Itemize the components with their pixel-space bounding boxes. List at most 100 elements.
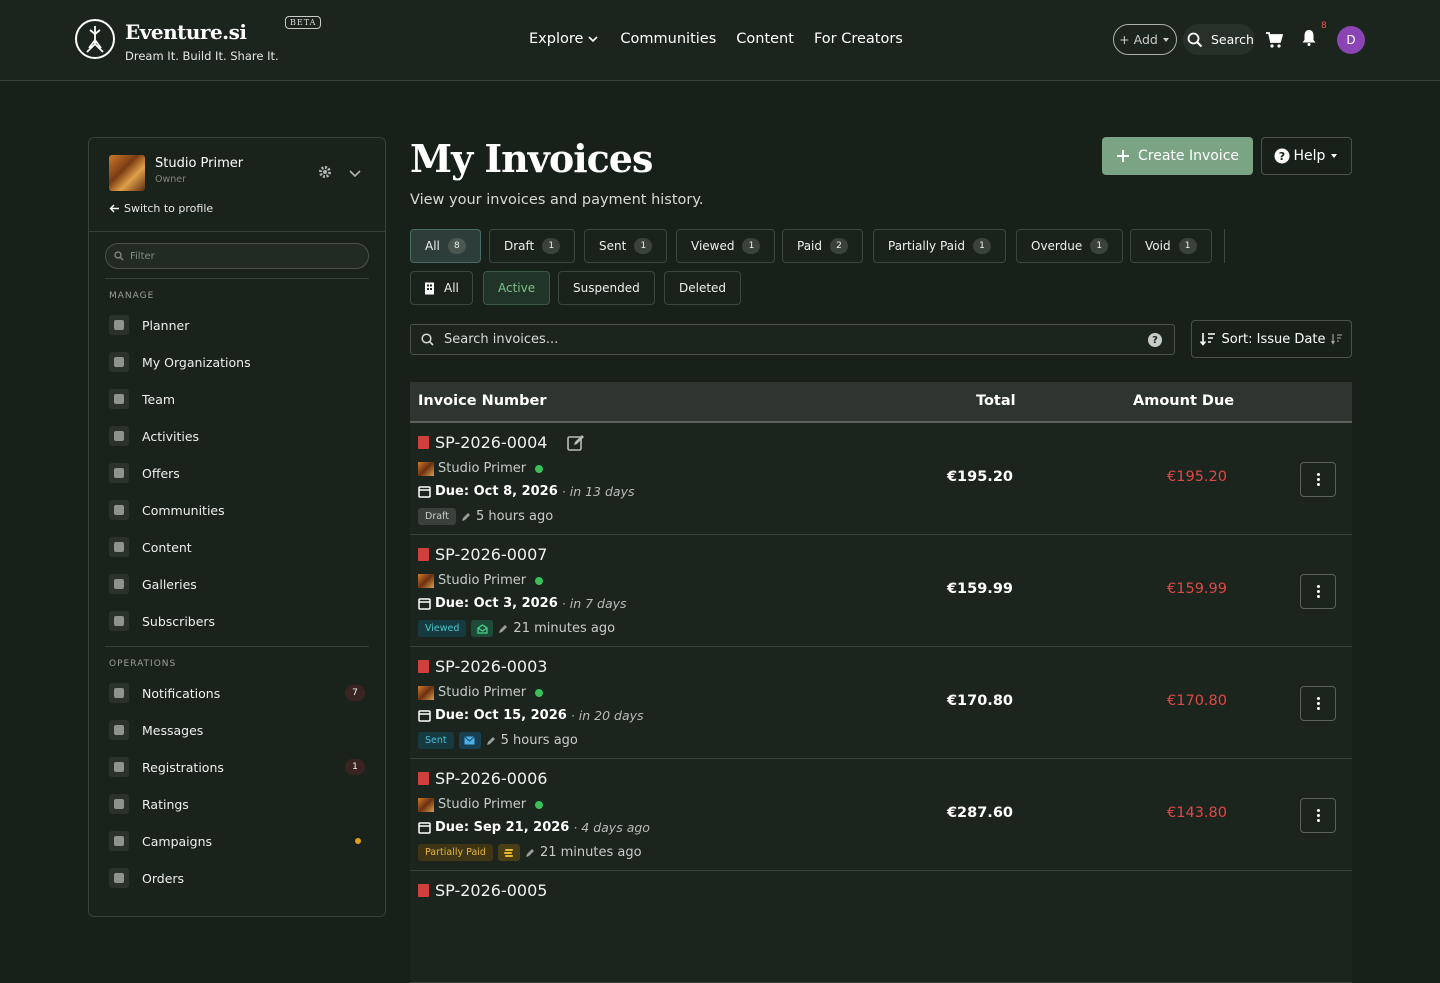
nav-content[interactable]: Content	[736, 31, 794, 47]
gear-icon[interactable]	[318, 165, 332, 179]
invoice-search-input[interactable]: Search invoices... ?	[410, 324, 1175, 355]
col-invoice-number[interactable]: Invoice Number	[418, 393, 547, 409]
tab-label: Suspended	[573, 281, 640, 295]
sidebar-item-messages[interactable]: Messages	[109, 717, 369, 743]
tab-paid[interactable]: Paid 2	[782, 229, 864, 263]
edit-icon[interactable]	[567, 434, 585, 452]
nav-for-creators[interactable]: For Creators	[814, 31, 903, 47]
sidebar-item-label: Subscribers	[142, 613, 216, 629]
sidebar-item-my-organizations[interactable]: My Organizations	[109, 349, 369, 375]
table-row[interactable]: SP-2026-0003 Studio Primer Due: Oct 15, …	[410, 647, 1352, 759]
sidebar-item-campaigns[interactable]: Campaigns	[109, 828, 369, 854]
create-invoice-button[interactable]: Create Invoice	[1102, 137, 1253, 175]
status-dot	[355, 838, 361, 844]
tab-draft[interactable]: Draft 1	[489, 229, 576, 263]
tab-overdue[interactable]: Overdue 1	[1016, 229, 1124, 263]
sort-desc-icon	[1331, 334, 1343, 345]
state-tab-suspended[interactable]: Suspended	[558, 271, 655, 305]
megaphone-icon	[109, 831, 129, 851]
nav-explore-label: Explore	[529, 31, 584, 47]
page-subtitle: View your invoices and payment history.	[410, 192, 704, 208]
add-button[interactable]: + Add	[1113, 24, 1177, 55]
tab-void[interactable]: Void 1	[1130, 229, 1212, 263]
tab-count: 8	[447, 238, 466, 254]
row-actions-button[interactable]	[1300, 798, 1336, 833]
help-button[interactable]: ? Help	[1261, 137, 1352, 175]
invoice-amount-due: €159.99	[1167, 581, 1227, 597]
sidebar-item-ratings[interactable]: Ratings	[109, 791, 369, 817]
due-relative: · 4 days ago	[573, 820, 650, 835]
edited-time: 5 hours ago	[500, 733, 578, 748]
sidebar-item-subscribers[interactable]: Subscribers	[109, 608, 369, 634]
state-tab-deleted[interactable]: Deleted	[664, 271, 742, 305]
sidebar-item-label: Activities	[142, 428, 200, 444]
status-badge: Viewed	[418, 620, 467, 637]
nav-explore[interactable]: Explore	[529, 31, 600, 47]
chevron-down-icon[interactable]	[348, 166, 362, 180]
tab-all[interactable]: All 8	[410, 229, 481, 263]
beta-badge: BETA	[285, 16, 322, 29]
search-icon	[1187, 32, 1203, 47]
search-label: Search	[1211, 32, 1254, 47]
calendar-icon	[109, 315, 129, 335]
row-actions-button[interactable]	[1300, 686, 1336, 721]
invoice-number[interactable]: SP-2026-0005	[418, 881, 547, 900]
invoice-number[interactable]: SP-2026-0006	[418, 769, 547, 788]
sidebar-item-communities[interactable]: Communities	[109, 497, 369, 523]
notifications-button[interactable]: 8	[1301, 21, 1327, 50]
sidebar-item-offers[interactable]: Offers	[109, 460, 369, 486]
sidebar-item-activities[interactable]: Activities	[109, 423, 369, 449]
state-tab-all[interactable]: All	[410, 271, 473, 305]
user-check-icon	[109, 757, 129, 777]
cart-icon[interactable]	[1265, 31, 1283, 49]
edited-time: 21 minutes ago	[539, 845, 642, 860]
row-actions-button[interactable]	[1300, 462, 1336, 497]
tab-sent[interactable]: Sent 1	[584, 229, 668, 263]
file-pdf-icon	[418, 548, 429, 561]
tab-label: All	[444, 281, 459, 295]
due-line: Due: Oct 15, 2026 · in 20 days	[418, 708, 644, 723]
sidebar-item-notifications[interactable]: Notifications 7	[109, 680, 369, 706]
chevron-down-icon	[588, 36, 598, 43]
row-actions-button[interactable]	[1300, 574, 1336, 609]
sidebar-item-team[interactable]: Team	[109, 386, 369, 412]
invoice-number[interactable]: SP-2026-0004	[418, 433, 585, 452]
search-placeholder: Search invoices...	[444, 332, 559, 347]
brand[interactable]: Eventure.si Dream It. Build It. Share It…	[74, 16, 322, 63]
sidebar-item-planner[interactable]: Planner	[109, 312, 369, 338]
tab-count: 1	[972, 238, 991, 254]
switch-to-profile-link[interactable]: Switch to profile	[109, 202, 213, 215]
sort-button[interactable]: Sort: Issue Date	[1191, 320, 1352, 358]
top-navbar: Eventure.si Dream It. Build It. Share It…	[0, 0, 1440, 81]
col-amount-due[interactable]: Amount Due	[1133, 393, 1234, 409]
table-row[interactable]: SP-2026-0006 Studio Primer Due: Sep 21, …	[410, 759, 1352, 871]
sidebar-item-registrations[interactable]: Registrations 1	[109, 754, 369, 780]
sidebar-filter-input[interactable]: Filter	[105, 243, 369, 269]
tab-label: Sent	[599, 239, 627, 253]
tab-partially-paid[interactable]: Partially Paid 1	[873, 229, 1006, 263]
user-avatar[interactable]: D	[1337, 25, 1365, 54]
table-row[interactable]: SP-2026-0004 Studio Primer Due: Oct 8, 2…	[410, 423, 1352, 535]
table-row[interactable]: SP-2026-0007 Studio Primer Due: Oct 3, 2…	[410, 535, 1352, 647]
col-total[interactable]: Total	[976, 393, 1016, 409]
nav-communities[interactable]: Communities	[620, 31, 716, 47]
meta-line: Viewed 21 minutes ago	[418, 620, 615, 637]
invoice-number-text: SP-2026-0006	[435, 769, 548, 788]
invoice-number[interactable]: SP-2026-0003	[418, 657, 547, 676]
invoice-amount-due: €143.80	[1167, 805, 1227, 821]
svg-text:?: ?	[1278, 150, 1284, 163]
tab-viewed[interactable]: Viewed 1	[676, 229, 776, 263]
sidebar-item-orders[interactable]: Orders	[109, 865, 369, 891]
due-date: Due: Oct 15, 2026	[435, 708, 567, 723]
tab-count: 1	[542, 238, 561, 254]
meta-line: Partially Paid 21 minutes ago	[418, 844, 642, 861]
sidebar-item-galleries[interactable]: Galleries	[109, 571, 369, 597]
invoice-number[interactable]: SP-2026-0007	[418, 545, 547, 564]
header-search-button[interactable]: Search	[1183, 24, 1255, 55]
table-row[interactable]: SP-2026-0005	[410, 871, 1352, 983]
sidebar-item-label: Communities	[142, 502, 225, 518]
search-help-icon[interactable]: ?	[1148, 333, 1162, 347]
org-thumbnail	[418, 461, 434, 476]
sidebar-item-content[interactable]: Content	[109, 534, 369, 560]
state-tab-active[interactable]: Active	[483, 271, 551, 305]
